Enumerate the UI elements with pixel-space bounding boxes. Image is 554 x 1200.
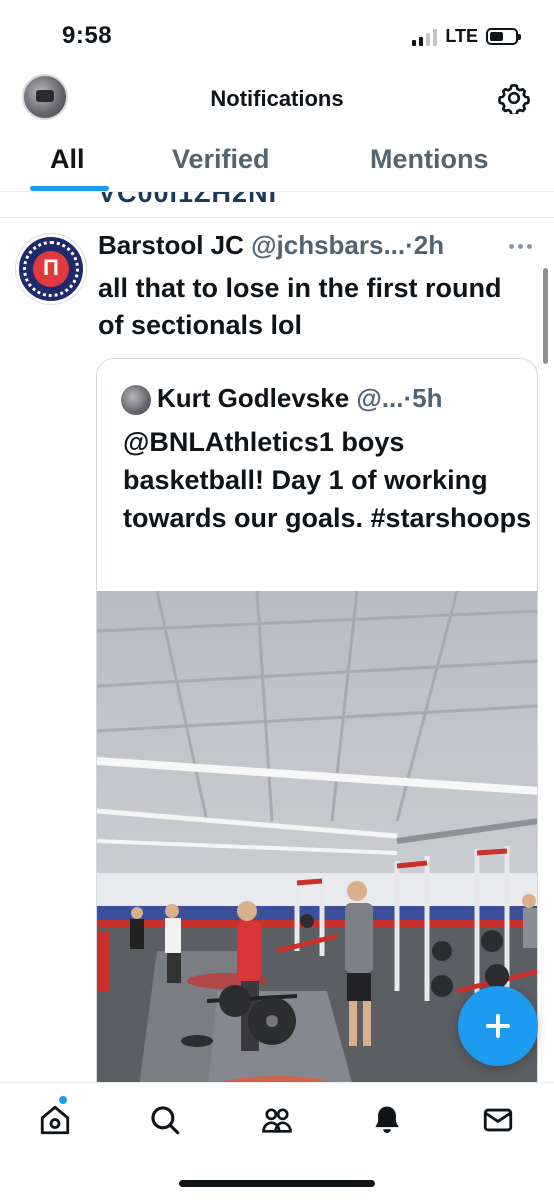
notification-tabs: All Verified Mentions bbox=[0, 132, 554, 192]
home-indicator bbox=[179, 1180, 375, 1187]
tab-verified[interactable]: Verified bbox=[172, 144, 270, 175]
search-icon[interactable] bbox=[148, 1103, 182, 1137]
battery-icon bbox=[486, 28, 521, 45]
author-avatar[interactable]: Π bbox=[16, 234, 86, 304]
quoted-tweet-time: 5h bbox=[412, 383, 443, 413]
author-name[interactable]: Barstool JC bbox=[98, 230, 244, 260]
quoted-tweet-header: Kurt Godlevske @...·5h bbox=[157, 383, 442, 414]
previous-notification-tail[interactable]: VC00i1ZH2NI bbox=[0, 192, 554, 218]
active-tab-indicator bbox=[30, 186, 109, 191]
page-title: Notifications bbox=[210, 86, 344, 111]
previous-notification-text: VC00i1ZH2NI bbox=[98, 192, 278, 208]
tweet-card[interactable]: Π Barstool JC @jchsbars...·2h all that t… bbox=[0, 218, 554, 1098]
tab-all[interactable]: All bbox=[50, 144, 85, 175]
status-bar: 9:58 LTE bbox=[0, 0, 554, 70]
tab-mentions[interactable]: Mentions bbox=[370, 144, 489, 175]
author-handle[interactable]: @jchsbars... bbox=[251, 230, 405, 260]
home-unread-dot bbox=[58, 1095, 68, 1105]
home-icon[interactable] bbox=[38, 1103, 72, 1137]
quoted-tweet[interactable]: Kurt Godlevske @...·5h @BNLAthletics1 bo… bbox=[96, 358, 538, 1098]
quoted-separator-dot: · bbox=[403, 383, 413, 413]
compose-button[interactable] bbox=[458, 986, 538, 1066]
quoted-author-name: Kurt Godlevske bbox=[157, 383, 350, 413]
mail-icon[interactable] bbox=[481, 1103, 515, 1137]
bell-icon[interactable] bbox=[370, 1103, 404, 1137]
quoted-author-avatar bbox=[121, 385, 151, 415]
scrollbar[interactable] bbox=[543, 268, 548, 364]
tweet-text: all that to lose in the first round of s… bbox=[98, 273, 502, 340]
status-indicators: LTE bbox=[412, 26, 521, 47]
quoted-tweet-text: @BNLAthletics1 boys basketball! Day 1 of… bbox=[123, 427, 532, 533]
quoted-author-handle: @... bbox=[356, 383, 404, 413]
tweet-time: 2h bbox=[413, 230, 445, 260]
communities-icon[interactable] bbox=[260, 1103, 294, 1137]
status-time: 9:58 bbox=[62, 22, 113, 49]
signal-icon bbox=[412, 28, 438, 46]
top-header: Notifications bbox=[0, 70, 554, 130]
tweet-header: Barstool JC @jchsbars...·2h bbox=[98, 230, 444, 261]
more-dots-icon[interactable] bbox=[509, 244, 532, 249]
separator-dot: · bbox=[405, 230, 414, 260]
network-label: LTE bbox=[445, 26, 478, 46]
gear-icon[interactable] bbox=[498, 82, 530, 114]
